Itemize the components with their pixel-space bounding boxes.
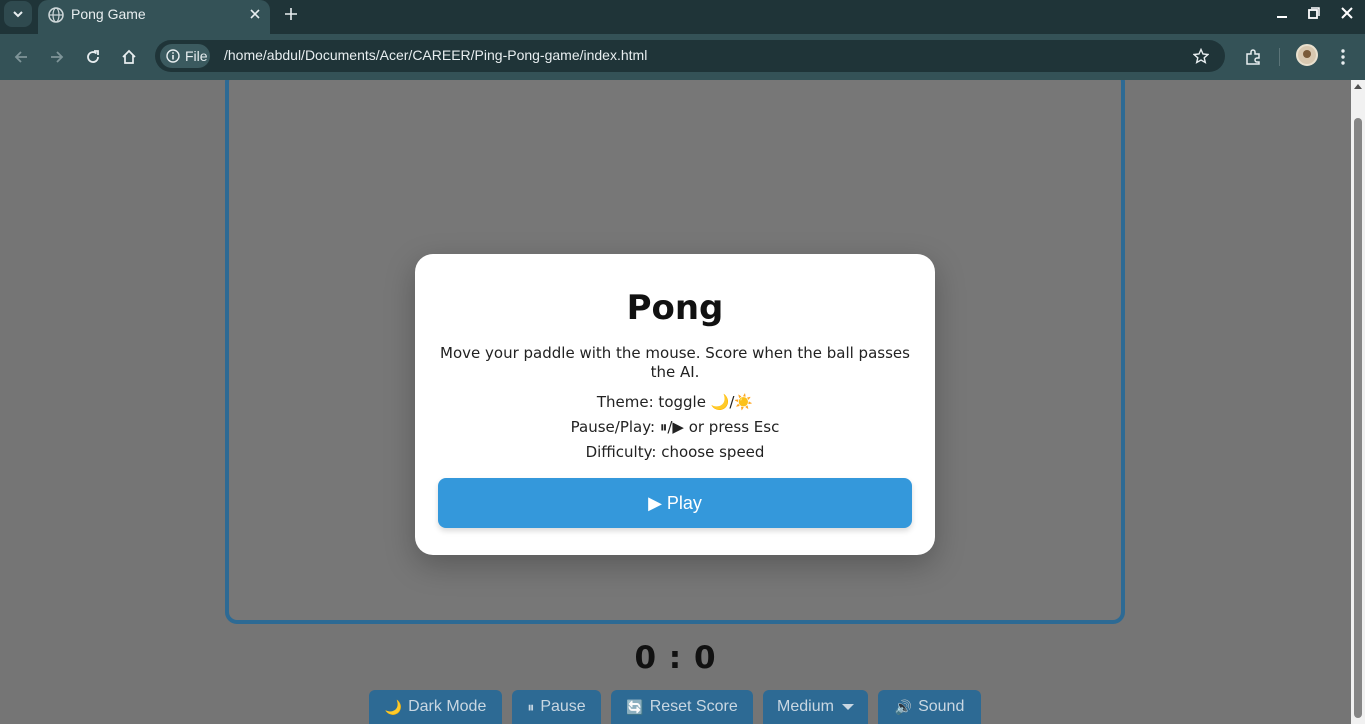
new-tab-button[interactable]: [281, 4, 301, 24]
pause-hint: Pause/Play: ⏸/▶ or press Esc: [570, 418, 780, 436]
dark-mode-label: Dark Mode: [408, 698, 487, 715]
close-icon: [1341, 7, 1353, 19]
dialog-description: Move your paddle with the mouse. Score w…: [440, 344, 910, 381]
tab-close-button[interactable]: [246, 5, 264, 23]
reload-icon: [87, 50, 99, 63]
more-vertical-icon: [1341, 49, 1345, 65]
dark-mode-button[interactable]: 🌙 Dark Mode: [369, 690, 502, 724]
reset-score-label: Reset Score: [649, 698, 738, 715]
pause-icon: ⏸: [527, 698, 535, 715]
minimize-icon: [1277, 16, 1287, 18]
sound-label: Sound: [918, 698, 965, 715]
speaker-icon: 🔊: [894, 698, 913, 715]
back-button[interactable]: [9, 45, 33, 69]
chevron-down-icon: [13, 11, 23, 18]
tab-search-button[interactable]: [4, 1, 32, 27]
home-button[interactable]: [117, 45, 141, 69]
site-info-chip[interactable]: File: [160, 44, 210, 68]
home-icon: [122, 49, 136, 64]
close-icon: [250, 9, 260, 19]
moon-icon: 🌙: [384, 698, 403, 715]
address-bar[interactable]: File /home/abdul/Documents/Acer/CAREER/P…: [155, 40, 1225, 72]
arrow-left-icon: [14, 51, 27, 63]
profile-avatar[interactable]: [1296, 44, 1318, 66]
difficulty-hint: Difficulty: choose speed: [585, 443, 765, 461]
close-window-button[interactable]: [1336, 4, 1358, 22]
sound-button[interactable]: 🔊 Sound: [878, 690, 981, 724]
refresh-icon: 🔄: [626, 698, 644, 715]
restore-button[interactable]: [1303, 4, 1325, 22]
game-controls: 🌙 Dark Mode ⏸ Pause 🔄 Reset Score Medium…: [369, 690, 981, 724]
start-dialog: Pong Move your paddle with the mouse. Sc…: [415, 254, 935, 555]
bookmark-button[interactable]: [1191, 46, 1211, 66]
dialog-title: Pong: [626, 288, 724, 328]
url-scheme-label: File: [185, 48, 208, 64]
info-icon: [166, 49, 180, 63]
page-viewport: 0 : 0 🌙 Dark Mode ⏸ Pause 🔄 Reset Score …: [0, 80, 1351, 724]
difficulty-select[interactable]: Medium: [763, 690, 868, 724]
browser-toolbar: File /home/abdul/Documents/Acer/CAREER/P…: [0, 34, 1365, 80]
restore-icon: [1308, 7, 1320, 19]
extensions-button[interactable]: [1241, 45, 1265, 69]
reset-score-button[interactable]: 🔄 Reset Score: [611, 690, 753, 724]
page-scrollbar[interactable]: [1351, 80, 1365, 724]
arrow-right-icon: [51, 51, 64, 63]
difficulty-value: Medium: [777, 698, 834, 715]
star-icon: [1193, 48, 1209, 64]
scrollbar-thumb[interactable]: [1354, 118, 1362, 718]
pause-label: Pause: [540, 698, 586, 715]
pause-button[interactable]: ⏸ Pause: [512, 690, 601, 724]
toolbar-divider: [1279, 48, 1280, 66]
plus-icon: [285, 8, 297, 20]
browser-menu-button[interactable]: [1331, 45, 1355, 69]
scroll-up-arrow-icon[interactable]: [1354, 84, 1362, 89]
minimize-button[interactable]: [1271, 4, 1293, 22]
score-display: 0 : 0: [634, 640, 717, 676]
reload-button[interactable]: [81, 45, 105, 69]
globe-icon: [48, 7, 64, 23]
browser-tab-strip: Pong Game: [0, 0, 1365, 34]
puzzle-icon: [1246, 49, 1260, 65]
play-button[interactable]: ▶ Play: [438, 478, 912, 528]
caret-down-icon: [841, 704, 854, 710]
forward-button[interactable]: [45, 45, 69, 69]
browser-tab[interactable]: Pong Game: [38, 0, 270, 34]
url-text: /home/abdul/Documents/Acer/CAREER/Ping-P…: [224, 47, 648, 63]
theme-hint: Theme: toggle 🌙/☀️: [596, 393, 754, 411]
tab-title: Pong Game: [71, 6, 146, 22]
